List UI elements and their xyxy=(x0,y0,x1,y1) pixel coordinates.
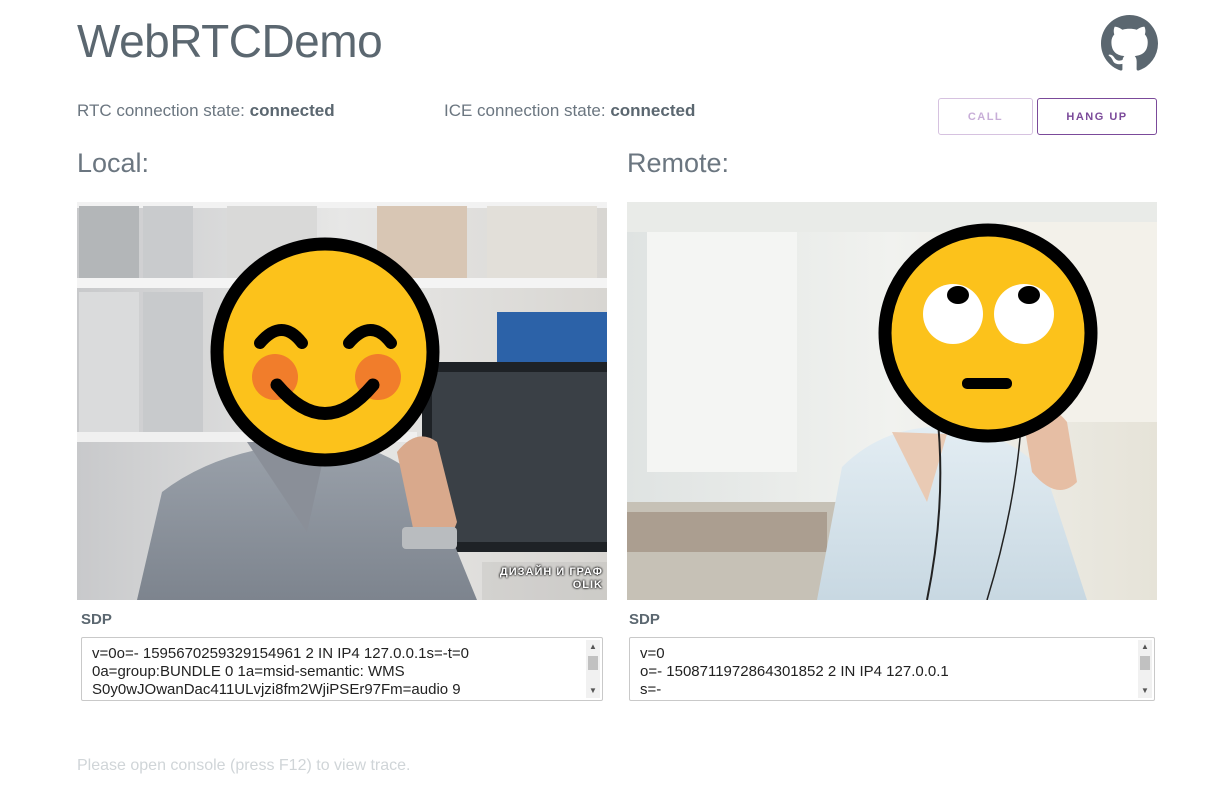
smiling-emoji-icon xyxy=(210,237,440,467)
remote-sdp-textarea[interactable]: v=0 o=- 1508711972864301852 2 IN IP4 127… xyxy=(629,637,1155,701)
rtc-state-label: RTC connection state: xyxy=(77,101,245,120)
remote-sdp-scrollbar[interactable]: ▲ ▼ xyxy=(1138,640,1152,698)
scroll-down-icon[interactable]: ▼ xyxy=(586,684,600,698)
page-title: WebRTCDemo xyxy=(77,15,383,67)
ice-state-label: ICE connection state: xyxy=(444,101,606,120)
github-icon[interactable] xyxy=(1101,15,1158,72)
scroll-down-icon[interactable]: ▼ xyxy=(1138,684,1152,698)
hang-up-button[interactable]: HANG UP xyxy=(1037,98,1157,135)
scroll-up-icon[interactable]: ▲ xyxy=(586,640,600,654)
local-sdp-scrollbar[interactable]: ▲ ▼ xyxy=(586,640,600,698)
rtc-state-value: connected xyxy=(249,101,335,120)
scroll-up-icon[interactable]: ▲ xyxy=(1138,640,1152,654)
rtc-state: RTC connection state: connected xyxy=(77,101,335,121)
remote-video xyxy=(627,202,1157,600)
eye-roll-emoji-icon xyxy=(878,223,1098,443)
scroll-thumb[interactable] xyxy=(1140,656,1150,670)
local-label: Local: xyxy=(77,148,150,178)
remote-label: Remote: xyxy=(627,148,730,178)
ice-state-value: connected xyxy=(610,101,696,120)
local-video: ДИЗАЙН И ГРАФ OLIK xyxy=(77,202,607,600)
remote-video-frame xyxy=(627,202,1157,600)
remote-sdp-label: SDP xyxy=(629,611,660,628)
video-watermark: ДИЗАЙН И ГРАФ OLIK xyxy=(499,566,603,591)
console-hint: Please open console (press F12) to view … xyxy=(77,757,411,774)
call-button[interactable]: CALL xyxy=(938,98,1033,135)
local-video-frame xyxy=(77,202,607,600)
local-sdp-textarea[interactable]: v=0o=- 1595670259329154961 2 IN IP4 127.… xyxy=(81,637,603,701)
ice-state: ICE connection state: connected xyxy=(444,101,695,121)
scroll-thumb[interactable] xyxy=(588,656,598,670)
local-sdp-text: v=0o=- 1595670259329154961 2 IN IP4 127.… xyxy=(92,645,469,698)
remote-sdp-text: v=0 o=- 1508711972864301852 2 IN IP4 127… xyxy=(640,645,949,698)
local-sdp-label: SDP xyxy=(81,611,112,628)
